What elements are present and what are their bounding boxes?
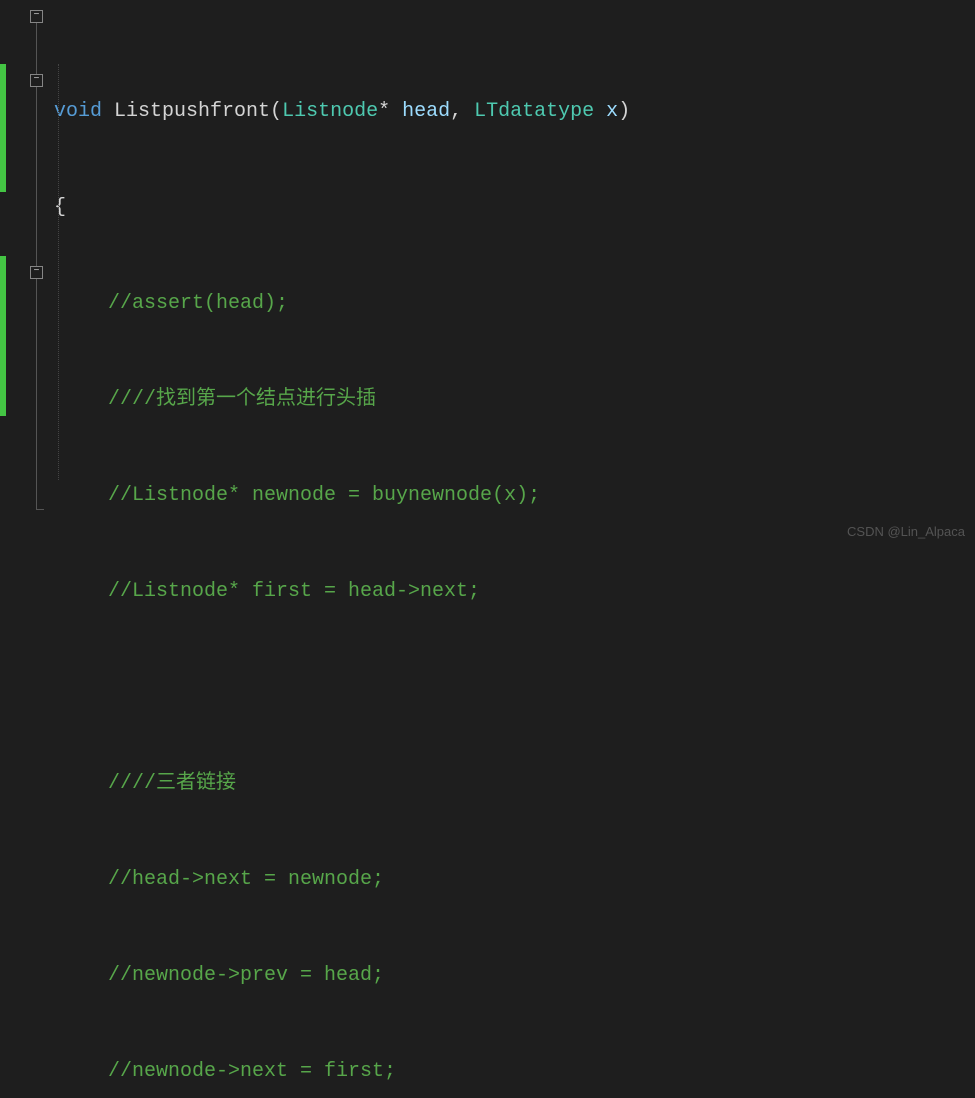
code-line[interactable]	[48, 672, 975, 704]
comment: //newnode->next = first;	[108, 1056, 396, 1088]
fold-toggle-icon[interactable]	[30, 74, 43, 87]
brace: {	[54, 192, 66, 224]
code-editor[interactable]: void Listpushfront(Listnode* head, LTdat…	[0, 0, 975, 549]
paren: (	[270, 96, 282, 128]
indent-guide	[58, 64, 59, 480]
code-line[interactable]: {	[48, 192, 975, 224]
comment: //assert(head);	[108, 288, 288, 320]
function-name: Listpushfront	[102, 96, 270, 128]
comment: //Listnode* newnode = buynewnode(x);	[108, 480, 540, 512]
change-indicator	[0, 256, 6, 416]
code-line[interactable]: //head->next = newnode;	[48, 864, 975, 896]
code-line[interactable]: //newnode->next = first;	[48, 1056, 975, 1088]
code-line[interactable]: //assert(head);	[48, 288, 975, 320]
code-line[interactable]: //Listnode* newnode = buynewnode(x);	[48, 480, 975, 512]
code-line[interactable]: //Listnode* first = head->next;	[48, 576, 975, 608]
outline-guide	[36, 87, 37, 266]
space	[594, 96, 606, 128]
comment: //Listnode* first = head->next;	[108, 576, 480, 608]
fold-toggle-icon[interactable]	[30, 266, 43, 279]
code-line[interactable]: ////找到第一个结点进行头插	[48, 384, 975, 416]
comment: //head->next = newnode;	[108, 864, 384, 896]
param: head	[402, 96, 450, 128]
change-indicator	[0, 64, 6, 192]
outline-guide	[36, 279, 37, 509]
code-line[interactable]: //newnode->prev = head;	[48, 960, 975, 992]
outline-guide	[36, 23, 37, 74]
punct: ,	[450, 96, 474, 128]
type: LTdatatype	[474, 96, 594, 128]
param: x	[606, 96, 618, 128]
comment: //newnode->prev = head;	[108, 960, 384, 992]
gutter	[0, 0, 48, 549]
punct: *	[378, 96, 402, 128]
comment: ////三者链接	[108, 768, 236, 800]
paren: )	[618, 96, 630, 128]
watermark: CSDN @Lin_Alpaca	[847, 522, 965, 543]
code-line[interactable]: ////三者链接	[48, 768, 975, 800]
keyword: void	[54, 96, 102, 128]
code-area[interactable]: void Listpushfront(Listnode* head, LTdat…	[48, 0, 975, 549]
comment: ////找到第一个结点进行头插	[108, 384, 376, 416]
type: Listnode	[282, 96, 378, 128]
code-line[interactable]: void Listpushfront(Listnode* head, LTdat…	[48, 96, 975, 128]
outline-guide-end	[36, 509, 44, 510]
fold-toggle-icon[interactable]	[30, 10, 43, 23]
